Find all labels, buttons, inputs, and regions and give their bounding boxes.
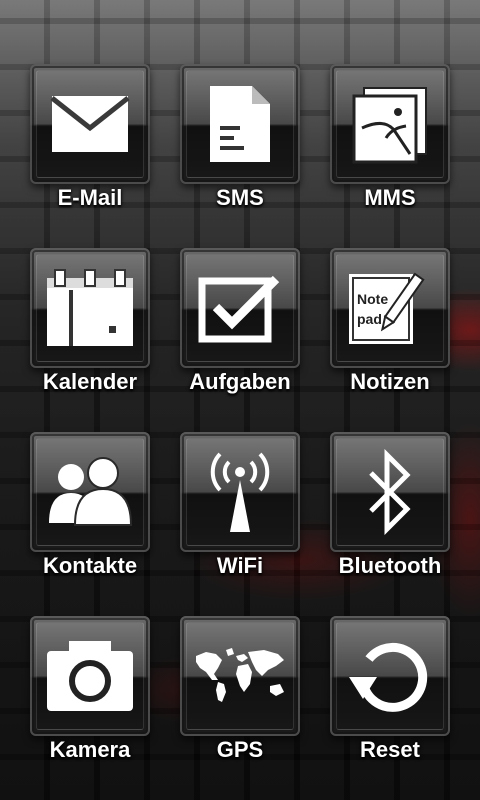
- shortcut-email[interactable]: E-Mail: [15, 64, 165, 248]
- shortcut-sms[interactable]: SMS: [165, 64, 315, 248]
- shortcut-gps[interactable]: GPS: [165, 616, 315, 800]
- wifi-label: WiFi: [216, 553, 264, 578]
- shortcut-calendar[interactable]: Kalender: [15, 248, 165, 432]
- camera-icon: [47, 641, 133, 711]
- contacts-tile[interactable]: [30, 432, 150, 552]
- mms-label: MMS: [364, 185, 416, 210]
- checkbox-icon: [198, 275, 280, 343]
- sms-label: SMS: [216, 185, 264, 210]
- calendar-tile[interactable]: [30, 248, 150, 368]
- calendar-label: Kalender: [42, 369, 138, 394]
- notes-tile[interactable]: Note pad: [330, 248, 450, 368]
- email-tile[interactable]: [30, 64, 150, 184]
- reset-tile[interactable]: [330, 616, 450, 736]
- contacts-label: Kontakte: [42, 553, 138, 578]
- people-icon: [49, 457, 133, 526]
- document-icon: [210, 86, 270, 162]
- sms-tile[interactable]: [180, 64, 300, 184]
- mms-tile[interactable]: [330, 64, 450, 184]
- shortcut-tasks[interactable]: Aufgaben: [165, 248, 315, 432]
- envelope-icon: [50, 96, 130, 152]
- antenna-signal-icon: [210, 452, 270, 532]
- calendar-icon: [47, 269, 133, 346]
- bluetooth-label: Bluetooth: [338, 553, 442, 578]
- camera-tile[interactable]: [30, 616, 150, 736]
- world-map-icon: [196, 648, 284, 702]
- shortcut-contacts[interactable]: Kontakte: [15, 432, 165, 616]
- shortcut-camera[interactable]: Kamera: [15, 616, 165, 800]
- shortcut-notes[interactable]: Note pad Notizen: [315, 248, 465, 432]
- camera-label: Kamera: [49, 737, 131, 762]
- tasks-tile[interactable]: [180, 248, 300, 368]
- wifi-tile[interactable]: [180, 432, 300, 552]
- notepad-text-line1: Note: [357, 291, 388, 307]
- picture-stack-icon: [352, 87, 427, 164]
- bluetooth-icon: [369, 449, 411, 535]
- notepad-pen-icon: Note pad: [349, 272, 425, 344]
- notepad-text-line2: pad: [357, 311, 382, 327]
- refresh-arrow-icon: [349, 642, 428, 712]
- shortcut-reset[interactable]: Reset: [315, 616, 465, 800]
- notes-label: Notizen: [350, 369, 430, 394]
- shortcut-wifi[interactable]: WiFi: [165, 432, 315, 616]
- email-label: E-Mail: [57, 185, 123, 210]
- shortcut-mms[interactable]: MMS: [315, 64, 465, 248]
- shortcut-bluetooth[interactable]: Bluetooth: [315, 432, 465, 616]
- gps-label: GPS: [216, 737, 264, 762]
- reset-label: Reset: [360, 737, 420, 762]
- bluetooth-tile[interactable]: [330, 432, 450, 552]
- gps-tile[interactable]: [180, 616, 300, 736]
- app-shortcut-grid: E-Mail SMS MMS Kalender Aufgaben Note pa…: [0, 64, 480, 800]
- tasks-label: Aufgaben: [189, 369, 291, 394]
